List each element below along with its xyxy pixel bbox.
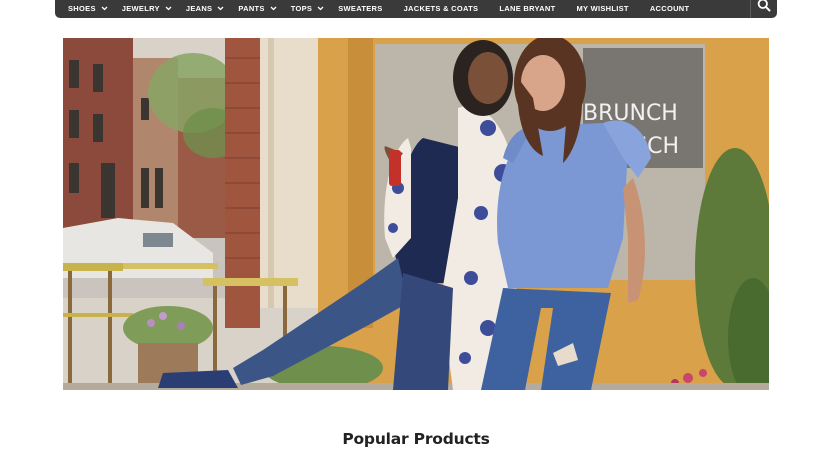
nav-item-label: JEANS (185, 4, 213, 13)
nav-item-label: TOPS (290, 4, 313, 13)
chevron-down-icon (217, 6, 224, 11)
nav-item-my-wishlist[interactable]: MY WISHLIST (576, 0, 628, 13)
chevron-down-icon (317, 6, 324, 11)
nav-item-label: LANE BRYANT (499, 4, 556, 13)
nav-item-jeans[interactable]: JEANS (186, 0, 225, 13)
hero-banner-image[interactable]: BRUNCH UCH (63, 38, 769, 390)
chevron-down-icon (165, 6, 172, 11)
nav-item-label: SHOES (68, 4, 96, 13)
nav-item-jackets-coats[interactable]: JACKETS & COATS (404, 0, 479, 13)
nav-item-shoes[interactable]: SHOES (68, 0, 108, 13)
search-icon (757, 0, 771, 17)
nav-item-label: MY WISHLIST (576, 4, 629, 13)
nav-item-label: ACCOUNT (649, 4, 690, 13)
chevron-down-icon (101, 6, 108, 11)
nav-item-lane-bryant[interactable]: LANE BRYANT (499, 0, 555, 13)
chevron-down-icon (270, 6, 277, 11)
nav-item-jewelry[interactable]: JEWELRY (122, 0, 172, 13)
nav-item-pants[interactable]: PANTS (238, 0, 277, 13)
nav-item-label: SWEATERS (338, 4, 383, 13)
nav-item-account[interactable]: ACCOUNT (650, 0, 690, 13)
top-navigation-bar: SHOES JEWELRY JEANS PANTS TOPS SWEATERS … (55, 0, 777, 18)
nav-item-label: JACKETS & COATS (403, 4, 479, 13)
nav-item-label: JEWELRY (121, 4, 160, 13)
nav-item-label: PANTS (238, 4, 265, 13)
storefront-sign-text: BRUNCH (583, 101, 678, 126)
nav-item-sweaters[interactable]: SWEATERS (338, 0, 382, 13)
section-title-popular-products: Popular Products (342, 430, 490, 448)
nav-item-tops[interactable]: TOPS (291, 0, 324, 13)
search-button[interactable] (750, 0, 777, 18)
